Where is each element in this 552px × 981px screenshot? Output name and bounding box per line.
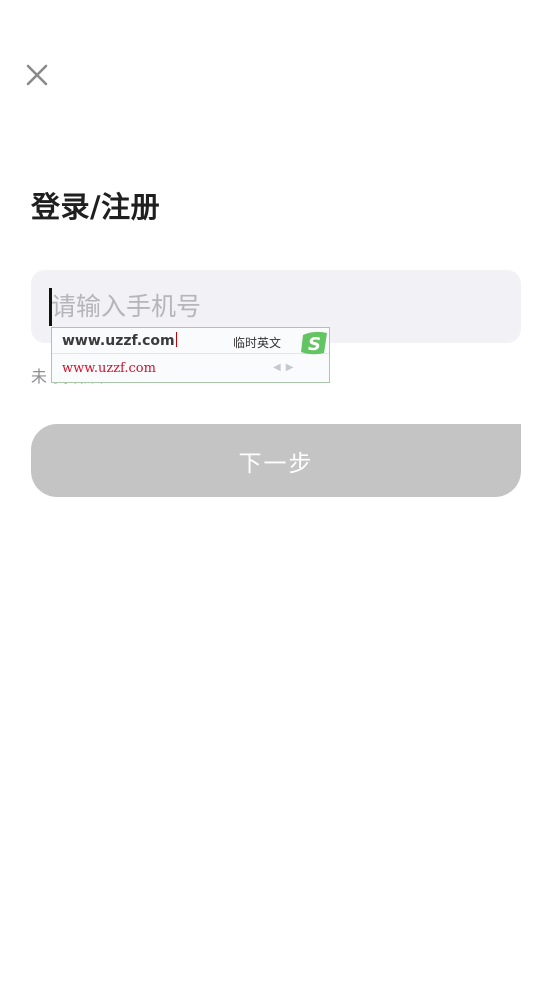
sogou-s-logo-icon[interactable]: S xyxy=(299,329,329,357)
ime-candidate-item[interactable]: www.uzzf.com xyxy=(62,361,156,376)
next-step-button[interactable]: 下一步 xyxy=(31,424,521,497)
ime-mode-toggle[interactable]: 临时英文 xyxy=(233,334,281,351)
login-screen: 登录/注册 未 我语账户 下一步 www.uzzf.com 临时英文 S www… xyxy=(0,0,552,981)
ime-composition-bar: www.uzzf.com 临时英文 S xyxy=(52,328,329,357)
svg-text:S: S xyxy=(308,334,321,355)
ime-candidate-popup: www.uzzf.com 临时英文 S www.uzzf.com ◀ ▶ xyxy=(51,327,330,383)
ime-composition-text: www.uzzf.com xyxy=(62,332,177,349)
close-icon xyxy=(26,64,48,86)
page-title: 登录/注册 xyxy=(31,190,161,224)
triangle-left-icon[interactable]: ◀ xyxy=(273,362,281,374)
close-button[interactable] xyxy=(22,60,52,90)
triangle-right-icon[interactable]: ▶ xyxy=(286,362,294,374)
ime-page-nav: ◀ ▶ xyxy=(273,362,293,374)
text-caret xyxy=(49,288,52,326)
